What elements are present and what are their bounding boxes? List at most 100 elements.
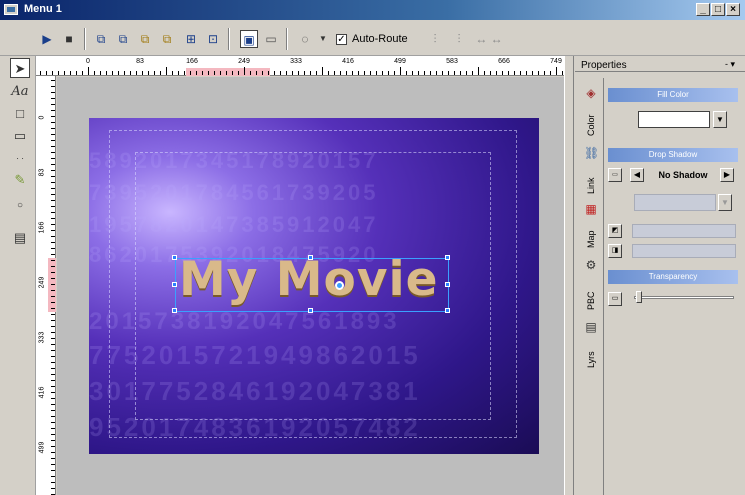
auto-route-label: Auto-Route — [352, 33, 408, 45]
add-chapter-icon[interactable]: ⧉ — [136, 30, 154, 48]
close-button[interactable]: × — [726, 3, 740, 16]
ruler-tick — [51, 470, 55, 471]
auto-route-checkbox[interactable]: ✓ — [336, 34, 347, 45]
shadow-next-button[interactable]: ▶ — [720, 168, 734, 182]
resize-handle[interactable] — [308, 255, 313, 260]
ruler-tick — [76, 71, 77, 75]
shadow-offset-icon[interactable]: ◩ — [608, 224, 622, 238]
zoom-tool-icon[interactable]: ○ — [10, 196, 30, 216]
align-grid-icon[interactable]: ⊡ — [204, 30, 222, 48]
ruler-label: 416 — [342, 58, 354, 65]
stop-icon[interactable]: ■ — [60, 30, 78, 48]
resize-handle[interactable] — [172, 282, 177, 287]
ruler-tick — [220, 71, 221, 75]
shadow-offset-field[interactable] — [632, 224, 736, 238]
resize-handle[interactable] — [445, 255, 450, 260]
properties-title: Properties — [581, 60, 627, 71]
ruler-tick — [142, 71, 143, 75]
minimize-button[interactable]: _ — [696, 3, 710, 16]
add-menu-icon[interactable]: ⧉ — [158, 30, 176, 48]
add-link-icon[interactable]: ⧉ — [114, 30, 132, 48]
vertical-ruler: 0 83 166 249 333 416 499 — [36, 76, 56, 495]
tab-color-label: Color — [586, 114, 596, 136]
panel-pin-icon[interactable]: - ▾ — [725, 59, 735, 70]
resize-handle[interactable] — [445, 282, 450, 287]
resize-handle[interactable] — [172, 255, 177, 260]
ruler-tick — [51, 188, 55, 189]
text-tool-icon[interactable]: Aa — [10, 82, 30, 102]
movie-title-object[interactable]: My Movie — [172, 252, 450, 313]
tab-layers[interactable]: ▤ Lyrs — [580, 318, 604, 374]
shadow-prev-button[interactable]: ◀ — [630, 168, 644, 182]
shadow-style-icon[interactable]: ▭ — [608, 168, 622, 182]
eyedropper-icon[interactable]: ✎ — [10, 170, 30, 190]
shadow-softness-icon[interactable]: ◨ — [608, 244, 622, 258]
panel-splitter[interactable] — [564, 56, 574, 495]
tab-color[interactable]: ◈ Color — [580, 82, 604, 142]
ruler-tick — [51, 170, 55, 171]
tab-map[interactable]: ▦ Map — [580, 202, 604, 254]
preview-icon[interactable]: ▣ — [240, 30, 258, 48]
chevron-down-icon[interactable]: ▼ — [314, 30, 332, 48]
rectangle-tool-icon[interactable]: □ — [10, 104, 30, 124]
tab-link[interactable]: ⛓ Link — [580, 144, 604, 200]
center-point-handle[interactable] — [335, 281, 344, 290]
ruler-tick — [51, 428, 55, 429]
resize-handle[interactable] — [308, 308, 313, 313]
shadow-color-field[interactable] — [634, 194, 716, 211]
pbc-tab-icon: ⚙ — [585, 258, 597, 272]
fill-color-swatch[interactable] — [638, 111, 710, 128]
ruler-tick — [51, 230, 55, 231]
route-vertical-alt-icon[interactable]: ⫶ — [450, 30, 468, 48]
ruler-tick — [454, 71, 455, 75]
window-title-bar[interactable]: Menu 1 _ □ × — [0, 0, 745, 20]
ruler-tick — [51, 272, 55, 273]
tab-pbc[interactable]: ⚙ PBC — [580, 256, 604, 316]
transparency-slider-track[interactable] — [634, 296, 734, 299]
grid-icon[interactable]: ⊞ — [182, 30, 200, 48]
ruler-tick — [436, 71, 437, 75]
drop-shadow-value: No Shadow — [658, 170, 708, 180]
arrow-select-icon[interactable]: ➤ — [10, 58, 30, 78]
ruler-tick — [292, 71, 293, 75]
resize-handle[interactable] — [172, 308, 177, 313]
monitor-icon[interactable]: ▭ — [262, 30, 280, 48]
transparency-slider-thumb[interactable] — [636, 291, 642, 303]
dots-tool-icon[interactable]: ∙ ∙ — [10, 148, 30, 168]
ruler-tick — [538, 71, 539, 75]
fill-color-dropdown-button[interactable]: ▼ — [713, 111, 727, 128]
play-icon[interactable]: ▶ — [38, 30, 56, 48]
route-horizontal-icon[interactable]: ↔ ↔ — [474, 30, 504, 48]
shadow-softness-field[interactable] — [632, 244, 736, 258]
ruler-tick — [280, 71, 281, 75]
ruler-label: 499 — [38, 441, 46, 454]
add-button-icon[interactable]: ⧉ — [92, 30, 110, 48]
ruler-tick — [502, 71, 503, 75]
route-start-icon[interactable]: ◌ — [296, 30, 314, 48]
tab-layers-label: Lyrs — [586, 351, 596, 368]
ruler-tick — [51, 224, 55, 225]
ruler-tick — [106, 71, 107, 75]
ruler-tick — [424, 71, 425, 75]
ruler-tick — [328, 71, 329, 75]
shadow-color-dropdown-button[interactable]: ▼ — [718, 194, 732, 211]
ruler-tick — [370, 71, 371, 75]
ruler-tick — [51, 290, 55, 291]
frame-tool-icon[interactable]: ▭ — [10, 126, 30, 146]
ruler-tick — [51, 398, 55, 399]
layer-tool-icon[interactable]: ▤ — [10, 228, 30, 248]
resize-handle[interactable] — [445, 308, 450, 313]
ruler-tick — [51, 176, 55, 177]
ruler-tick — [526, 71, 527, 75]
ruler-tick — [51, 194, 55, 195]
ruler-tick — [406, 71, 407, 75]
ruler-tick — [51, 446, 55, 447]
ruler-tick — [412, 71, 413, 75]
route-vertical-icon[interactable]: ⫶ — [426, 30, 444, 48]
ruler-tick — [208, 71, 209, 75]
ruler-tick — [51, 308, 55, 309]
ruler-tick — [268, 71, 269, 75]
map-tab-icon: ▦ — [585, 202, 597, 216]
ruler-tick — [514, 71, 515, 75]
maximize-button[interactable]: □ — [711, 3, 725, 16]
